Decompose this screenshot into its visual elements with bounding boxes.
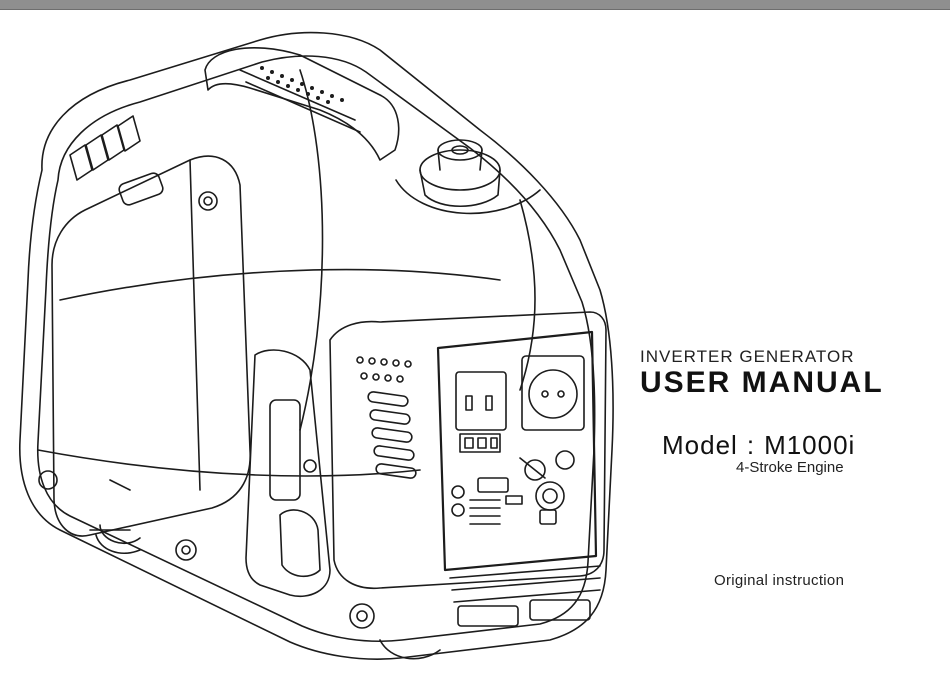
generator-illustration (0, 10, 620, 670)
original-instruction-note: Original instruction (714, 572, 845, 589)
model-separator: : (746, 430, 756, 460)
engine-type: 4-Stroke Engine (736, 459, 844, 476)
cover-title: USER MANUAL (640, 366, 884, 399)
top-border-bar (0, 0, 950, 10)
model-line: Model: M1000i (662, 430, 855, 461)
model-label: Model (662, 430, 738, 460)
model-value: M1000i (764, 430, 856, 460)
cover-subtitle: INVERTER GENERATOR (640, 347, 855, 366)
